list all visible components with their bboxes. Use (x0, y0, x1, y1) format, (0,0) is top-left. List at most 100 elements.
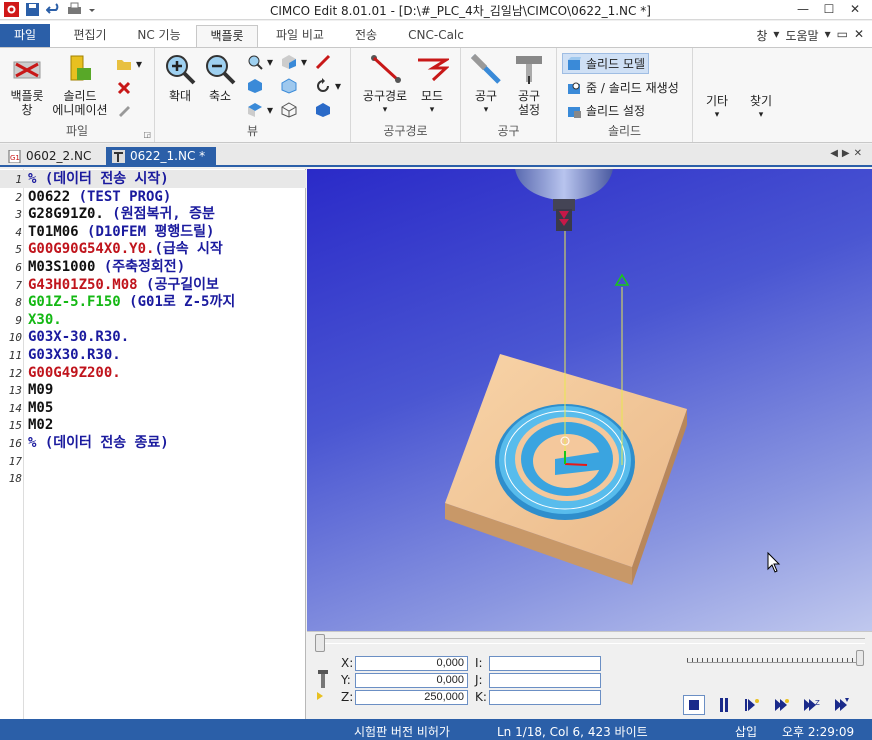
etc-button[interactable]: 기타 ▾ (700, 94, 734, 122)
rotate-button[interactable]: ▾ (315, 78, 341, 94)
cube-front-icon (281, 54, 297, 70)
code-line[interactable]: 2 O0622 (TEST PROG) (0, 188, 306, 206)
undo-icon[interactable] (45, 2, 61, 17)
i-field (489, 656, 601, 671)
minimize-button[interactable]: — (790, 1, 816, 18)
backplot-3d-view[interactable] (307, 169, 872, 631)
line-number: 3 (15, 208, 22, 222)
code-line[interactable]: 12 G00G49Z200. (0, 364, 306, 382)
x-field: 0,000 (355, 656, 468, 671)
tab-editor[interactable]: 편집기 (60, 25, 120, 47)
dialog-launcher-icon[interactable]: ◲ (143, 130, 151, 139)
simulation-controls: X: 0,000 Y: 0,000 Z: 250,000 I: J: K: Z (307, 631, 872, 719)
view-solid-button[interactable] (315, 102, 331, 118)
cursor-position: Ln 1/18, Col 6, 423 바이트 (497, 725, 648, 739)
solid-setup-button[interactable]: 솔리드 설정 (566, 102, 645, 119)
tab-file[interactable]: 파일 (0, 24, 50, 47)
doc-tab-0602-2[interactable]: G1 0602_2.NC (2, 147, 98, 167)
code-line[interactable]: 11 G03X30.R30. (0, 346, 306, 364)
code-line[interactable]: 14 M05 (0, 399, 306, 417)
j-field (489, 673, 601, 688)
tool-setup-button[interactable]: 공구 설정 (511, 52, 547, 117)
tab-file-compare[interactable]: 파일 비교 (264, 25, 336, 47)
view-top-button[interactable]: ▾ (247, 102, 273, 118)
code-line[interactable]: 17 (0, 452, 306, 470)
save-icon[interactable] (25, 2, 40, 17)
line-number: 8 (15, 296, 22, 310)
tab-backplot[interactable]: 백플롯 (196, 25, 258, 47)
tab-cnc-calc[interactable]: CNC-Calc (400, 25, 472, 47)
line-number: 13 (8, 384, 22, 398)
play-to-end-button[interactable] (831, 695, 853, 715)
view-side-button[interactable] (281, 78, 297, 94)
step-forward-button[interactable] (741, 695, 763, 715)
maximize-button[interactable]: ☐ (816, 1, 842, 18)
y-field: 0,000 (355, 673, 468, 688)
z-field: 250,000 (355, 690, 468, 705)
customize-arrow-icon[interactable] (88, 2, 96, 17)
backplot-scene (445, 169, 781, 585)
code-line[interactable]: 15 M02 (0, 416, 306, 434)
code-line[interactable]: 16 % (데이터 전송 종료) (0, 434, 306, 452)
cube-side-icon (281, 78, 297, 94)
code-line[interactable]: 5 G00G90G54X0.Y0.(급속 시작 (0, 240, 306, 258)
view-front-button[interactable]: ▾ (281, 54, 307, 70)
mode-button[interactable]: 모드 ▾ (415, 52, 452, 117)
code-line[interactable]: 4 T01M06 (D10FEM 평행드릴) (0, 223, 306, 241)
zoom-solid-regen-button[interactable]: 줌 / 솔리드 재생성 (566, 79, 679, 96)
solid-animation-button[interactable]: 솔리드 에니메이션 (50, 52, 110, 117)
toolpath-button[interactable]: 공구경로 ▾ (357, 52, 413, 117)
zoom-out-button[interactable]: 축소 (203, 52, 237, 103)
code-line[interactable]: 1 % (데이터 전송 시작) (0, 170, 306, 188)
pause-button[interactable] (713, 695, 735, 715)
code-line[interactable]: 9 X30. (0, 311, 306, 329)
tool-button[interactable]: 공구 ▾ (469, 52, 503, 117)
tool-icon (469, 52, 503, 86)
solid-model-button[interactable]: 솔리드 모델 (562, 53, 650, 74)
code-line[interactable]: 8 G01Z-5.F150 (G01로 Z-5까지 (0, 293, 306, 311)
code-line[interactable]: 6 M03S1000 (주축정회전) (0, 258, 306, 276)
clock: 오후 2:29:09 (782, 725, 855, 739)
stop-button[interactable] (683, 695, 705, 715)
measure-button[interactable] (315, 54, 331, 70)
view-iso-button[interactable] (247, 78, 263, 94)
code-text: % (데이터 전송 종료) (28, 435, 169, 451)
app-logo-icon[interactable] (4, 2, 19, 17)
pen-button[interactable] (116, 102, 132, 118)
zoom-out-icon (203, 52, 237, 86)
code-line[interactable]: 18 (0, 469, 306, 487)
speed-slider-thumb[interactable] (856, 650, 864, 666)
doc-tab-0622-1[interactable]: 0622_1.NC * (106, 147, 216, 167)
speed-slider[interactable] (687, 654, 857, 666)
zoom-window-button[interactable]: ▾ (247, 54, 273, 70)
play-z-button[interactable]: Z (801, 695, 823, 715)
title-bar: CIMCO Edit 8.01.01 - [D:\#_PLC_4차_김일남\CI… (0, 0, 872, 20)
tab-transfer[interactable]: 전송 (344, 25, 388, 47)
play-to-cursor-button[interactable] (771, 695, 793, 715)
progress-slider-thumb[interactable] (315, 634, 325, 652)
tab-nc-functions[interactable]: NC 기능 (126, 25, 192, 47)
print-icon[interactable] (67, 2, 82, 17)
menu-help[interactable]: 도움말 (785, 27, 818, 44)
mode-icon (415, 52, 452, 86)
backplot-window-button[interactable]: 백플롯 창 (6, 52, 48, 117)
code-line[interactable]: 10 G03X-30.R30. (0, 328, 306, 346)
menu-window[interactable]: 창 (756, 27, 767, 44)
code-line[interactable]: 13 M09 (0, 381, 306, 399)
code-line[interactable]: 3 G28G91Z0. (원점복귀, 증분 (0, 205, 306, 223)
mdi-close-icon[interactable]: ✕ (854, 27, 864, 44)
quick-access-toolbar (4, 2, 96, 17)
view-wire-button[interactable] (281, 102, 297, 118)
open-folder-button[interactable]: ▾ (116, 56, 142, 72)
code-text: G00G90G54X0.Y0.(급속 시작 (28, 241, 223, 258)
zoom-in-button[interactable]: 확대 (163, 52, 197, 103)
tab-nav-arrows[interactable]: ◀▶✕ (830, 148, 866, 159)
nc-editor[interactable]: 1 % (데이터 전송 시작) 2 O0622 (TEST PROG) 3 G28G91Z… (0, 169, 306, 719)
delete-button[interactable] (116, 80, 132, 96)
code-line[interactable]: 7 G43H01Z50.M08 (공구길이보 (0, 276, 306, 294)
close-button[interactable]: ✕ (842, 1, 868, 18)
svg-text:Z: Z (815, 699, 820, 707)
find-button[interactable]: 찾기 ▾ (744, 94, 778, 122)
progress-slider[interactable] (315, 638, 865, 644)
ribbon-minimize-icon[interactable]: ▭ (837, 27, 848, 44)
